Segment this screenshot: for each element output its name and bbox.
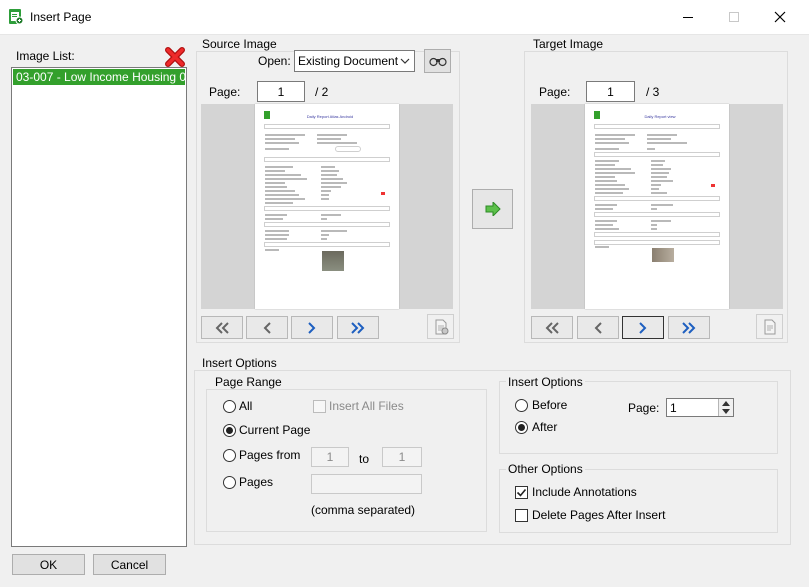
close-icon (774, 11, 786, 23)
target-preview: Daily Report view (531, 104, 783, 309)
source-thumb-title: Daily Report Atlas Android (306, 114, 354, 119)
open-label: Open: (258, 54, 291, 68)
window-title: Insert Page (30, 10, 92, 24)
double-chevron-right-icon (351, 321, 365, 334)
pages-from-radio[interactable] (223, 449, 236, 462)
pages-radio[interactable] (223, 476, 236, 489)
binoculars-icon (428, 57, 447, 67)
source-next-page-button[interactable] (291, 316, 333, 339)
comma-separated-note: (comma separated) (311, 503, 416, 517)
source-prev-page-button[interactable] (246, 316, 288, 339)
pages-list-input[interactable] (311, 474, 422, 494)
insert-position-group (499, 381, 778, 454)
insert-position-title: Insert Options (506, 375, 585, 389)
insert-page-value: 1 (670, 400, 677, 415)
chevron-right-icon (639, 321, 647, 334)
source-page-thumbnail: Daily Report Atlas Android (255, 104, 399, 309)
page-delete-icon (764, 319, 775, 334)
double-chevron-right-icon (682, 321, 696, 334)
job-photo-thumbnail (322, 251, 344, 271)
open-dropdown[interactable]: Existing Document (294, 50, 415, 72)
target-next-page-button[interactable] (622, 316, 664, 339)
source-page-label: Page: (209, 85, 241, 99)
chevron-right-icon (308, 321, 316, 334)
transfer-page-button[interactable] (472, 189, 513, 229)
target-first-page-button[interactable] (531, 316, 573, 339)
minimize-icon (683, 17, 693, 18)
include-annotations-label: Include Annotations (532, 485, 637, 499)
image-list-label: Image List: (16, 49, 75, 63)
stepper-up-icon (722, 401, 730, 406)
radio-dot (518, 424, 525, 431)
target-delete-page-button[interactable] (756, 314, 783, 339)
target-prev-page-button[interactable] (577, 316, 619, 339)
browse-button[interactable] (424, 49, 451, 73)
checkmark-icon (516, 488, 527, 497)
other-options-title: Other Options (506, 462, 585, 476)
ok-button[interactable]: OK (12, 554, 85, 575)
pages-from-input[interactable]: 1 (311, 447, 349, 467)
pages-to-input[interactable]: 1 (382, 447, 422, 467)
insert-all-files-checkbox (313, 400, 326, 413)
all-radio[interactable] (223, 400, 236, 413)
page-range-title: Page Range (213, 375, 284, 389)
source-preview: Daily Report Atlas Android (201, 104, 453, 309)
chevron-left-icon (263, 321, 271, 334)
before-radio-label: Before (532, 398, 568, 412)
target-image-title: Target Image (531, 37, 606, 51)
close-button[interactable] (757, 0, 803, 34)
source-page-total: / 2 (315, 85, 329, 99)
image-list[interactable]: 03-007 - Low Income Housing 05/1 (11, 67, 187, 547)
cancel-button[interactable]: Cancel (93, 554, 166, 575)
insert-options-title: Insert Options (200, 356, 279, 370)
to-label: to (359, 452, 370, 466)
target-last-page-button[interactable] (668, 316, 710, 339)
double-chevron-left-icon (215, 321, 229, 334)
maximize-button (711, 0, 757, 34)
include-annotations-checkbox[interactable] (515, 486, 528, 499)
source-image-title: Source Image (200, 37, 279, 51)
job-photo-thumbnail (652, 248, 674, 262)
maximize-icon (729, 12, 739, 22)
target-thumb-title: Daily Report view (644, 114, 676, 119)
target-page-label: Page: (539, 85, 571, 99)
chevron-left-icon (594, 321, 602, 334)
other-options-group (499, 469, 778, 533)
pages-from-radio-label: Pages from (239, 448, 301, 462)
radio-dot (226, 427, 233, 434)
double-chevron-left-icon (545, 321, 559, 334)
target-page-input[interactable]: 1 (586, 81, 635, 102)
target-page-thumbnail: Daily Report view (585, 104, 729, 309)
source-first-page-button[interactable] (201, 316, 243, 339)
chevron-down-icon (400, 58, 410, 64)
insert-page-label: Page: (628, 401, 660, 415)
stepper-down-icon (722, 409, 730, 414)
delete-after-insert-checkbox[interactable] (515, 509, 528, 522)
target-page-total: / 3 (646, 85, 660, 99)
remove-image-button[interactable] (163, 46, 187, 68)
source-add-page-button[interactable] (427, 314, 454, 339)
current-page-radio[interactable] (223, 424, 236, 437)
page-add-icon (435, 319, 448, 334)
delete-after-insert-label: Delete Pages After Insert (532, 508, 666, 522)
open-dropdown-value: Existing Document (298, 54, 399, 68)
list-item[interactable]: 03-007 - Low Income Housing 05/1 (13, 69, 185, 85)
minimize-button[interactable] (665, 0, 711, 34)
insert-all-files-label: Insert All Files (329, 399, 404, 413)
after-radio[interactable] (515, 421, 528, 434)
current-page-radio-label: Current Page (239, 423, 311, 437)
pages-radio-label: Pages (239, 475, 274, 489)
red-x-icon (165, 47, 185, 67)
source-page-input[interactable]: 1 (257, 81, 305, 102)
report-logo (264, 111, 270, 119)
arrow-right-icon (485, 202, 501, 216)
all-radio-label: All (239, 399, 253, 413)
app-icon (8, 9, 24, 25)
report-logo (594, 111, 600, 119)
title-bar: Insert Page (0, 0, 809, 34)
before-radio[interactable] (515, 399, 528, 412)
after-radio-label: After (532, 420, 558, 434)
stepper-buttons[interactable] (718, 399, 733, 416)
source-last-page-button[interactable] (337, 316, 379, 339)
